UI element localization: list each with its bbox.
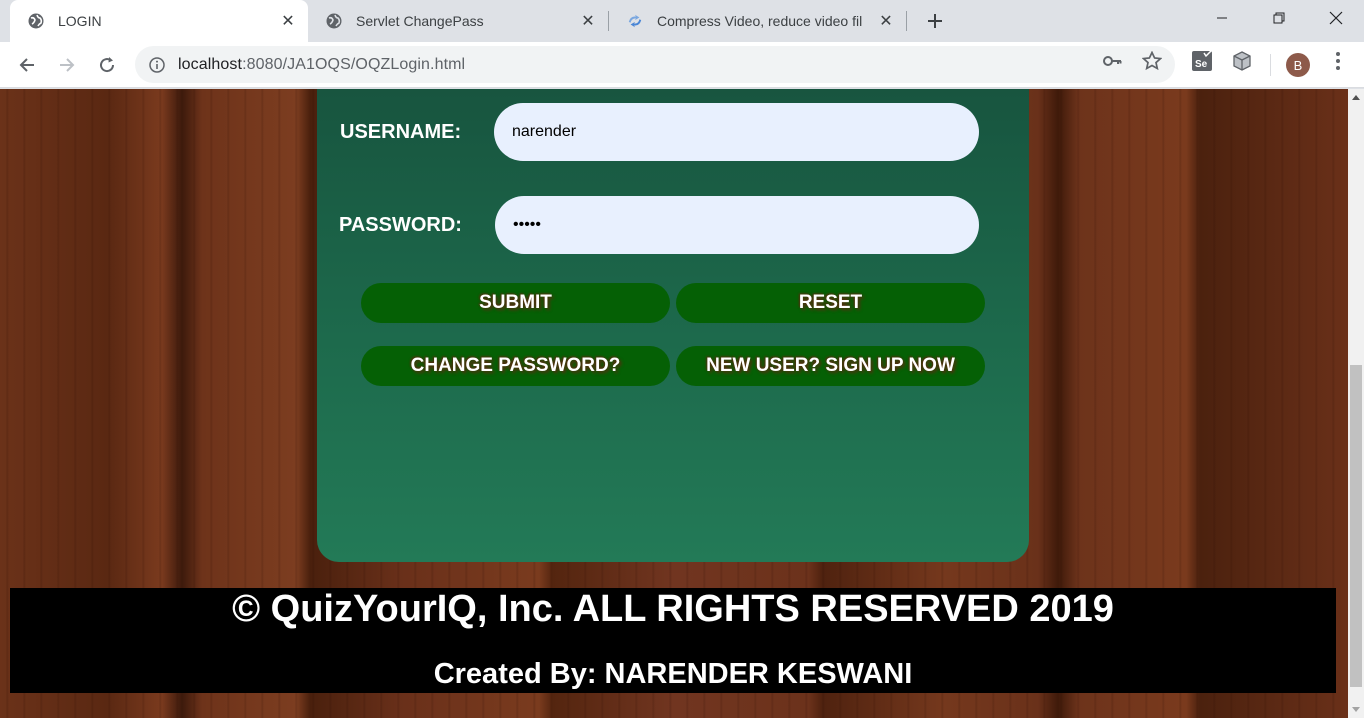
reset-button[interactable]: RESET xyxy=(676,283,985,323)
password-label: PASSWORD: xyxy=(339,214,462,236)
minimize-icon xyxy=(1217,17,1227,19)
tab-title: LOGIN xyxy=(58,13,102,29)
arrow-left-icon xyxy=(19,58,34,72)
vertical-scrollbar[interactable] xyxy=(1348,89,1364,718)
toolbar-divider xyxy=(1270,54,1271,76)
globe-icon xyxy=(28,13,44,29)
menu-kebab-icon[interactable] xyxy=(1325,48,1351,74)
globe-icon xyxy=(326,13,342,29)
selenium-extension-icon[interactable]: Se xyxy=(1189,48,1215,74)
tab-title: Compress Video, reduce video fil xyxy=(657,13,863,29)
close-icon xyxy=(1329,11,1343,25)
close-window-button[interactable] xyxy=(1307,0,1364,36)
creator-text: Created By: NARENDER KESWANI xyxy=(433,658,913,690)
url-path: :8080/JA1OQS/OQZLogin.html xyxy=(242,55,466,73)
scroll-down-arrow-icon[interactable] xyxy=(1352,707,1360,712)
key-icon[interactable] xyxy=(1099,48,1125,74)
forward-button[interactable] xyxy=(52,50,82,80)
tab-servlet-changepass[interactable]: Servlet ChangePass ✕ xyxy=(308,0,608,42)
minimize-button[interactable] xyxy=(1193,0,1251,36)
address-bar[interactable]: localhost:8080/JA1OQS/OQZLogin.html xyxy=(135,46,1175,83)
close-tab-icon[interactable]: ✕ xyxy=(280,13,296,30)
svg-text:Se: Se xyxy=(1195,59,1208,70)
back-button[interactable] xyxy=(12,50,42,80)
restore-icon xyxy=(1273,12,1285,24)
scrollbar-thumb[interactable] xyxy=(1350,365,1362,687)
cube-extension-icon[interactable] xyxy=(1229,48,1255,74)
reload-icon xyxy=(100,57,115,73)
scroll-up-arrow-icon[interactable] xyxy=(1352,95,1360,100)
change-password-button[interactable]: CHANGE PASSWORD? xyxy=(361,346,670,386)
copyright-text: © QuizYourIQ, Inc. ALL RIGHTS RESERVED 2… xyxy=(232,588,1114,630)
bookmark-star-icon[interactable] xyxy=(1139,48,1165,74)
submit-button[interactable]: SUBMIT xyxy=(361,283,670,323)
close-tab-icon[interactable]: ✕ xyxy=(580,13,596,30)
tab-title: Servlet ChangePass xyxy=(356,13,484,29)
reload-button[interactable] xyxy=(92,50,122,80)
page-viewport: USERNAME: PASSWORD: SUBMIT RESET CHANGE … xyxy=(0,89,1348,718)
tab-compress-video[interactable]: Compress Video, reduce video fil ✕ xyxy=(609,0,906,42)
tab-separator xyxy=(906,11,907,31)
tab-login[interactable]: LOGIN ✕ xyxy=(10,0,308,42)
login-card: USERNAME: PASSWORD: SUBMIT RESET CHANGE … xyxy=(317,89,1029,562)
close-tab-icon[interactable]: ✕ xyxy=(878,13,894,30)
sign-up-button[interactable]: NEW USER? SIGN UP NOW xyxy=(676,346,985,386)
url-text: localhost:8080/JA1OQS/OQZLogin.html xyxy=(178,56,465,74)
username-field[interactable] xyxy=(494,103,979,161)
username-label: USERNAME: xyxy=(340,121,462,143)
tab-strip: LOGIN ✕ Servlet ChangePass ✕ Compress Vi… xyxy=(0,0,1364,42)
info-icon[interactable] xyxy=(149,56,165,73)
plus-icon xyxy=(928,14,942,28)
url-host: localhost xyxy=(178,55,243,73)
compress-icon xyxy=(627,13,643,29)
browser-toolbar: localhost:8080/JA1OQS/OQZLogin.html Se B xyxy=(0,42,1364,88)
restore-button[interactable] xyxy=(1250,0,1308,36)
password-field[interactable] xyxy=(495,196,979,254)
page-footer: © QuizYourIQ, Inc. ALL RIGHTS RESERVED 2… xyxy=(10,588,1336,693)
arrow-right-icon xyxy=(60,58,75,72)
new-tab-button[interactable] xyxy=(923,9,947,33)
profile-avatar[interactable]: B xyxy=(1286,53,1310,77)
